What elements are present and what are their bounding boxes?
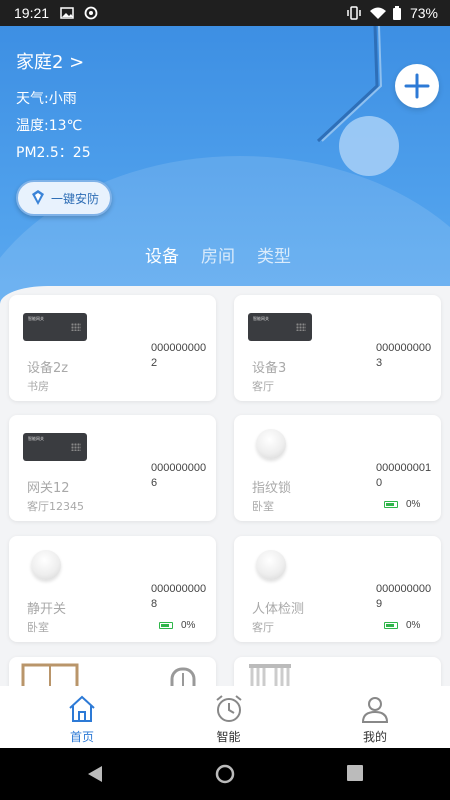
battery-value: 0% — [406, 620, 421, 631]
battery-level-icon — [384, 622, 398, 629]
device-serial: 0000000002 — [151, 342, 207, 369]
tab-types[interactable]: 类型 — [257, 242, 291, 267]
gateway-device-icon: 智能网关 — [23, 433, 87, 461]
device-card[interactable]: 0000000010 指纹锁 卧室 0% — [234, 415, 441, 521]
device-serial: 0000000010 — [376, 462, 432, 489]
gateway-device-icon: 智能网关 — [23, 313, 87, 341]
device-card[interactable]: 0000000008 静开关 卧室 0% — [9, 536, 216, 642]
view-tabs: 设备 房间 类型 — [145, 242, 291, 267]
add-button[interactable] — [395, 64, 439, 108]
device-serial: 0000000008 — [151, 583, 207, 610]
plus-icon — [404, 73, 430, 99]
device-name: 人体检测 — [252, 602, 305, 617]
image-icon — [60, 7, 74, 19]
back-icon[interactable] — [86, 764, 104, 784]
nav-item-home[interactable]: 首页 — [47, 686, 117, 748]
pm25-text: PM2.5：25 — [16, 145, 91, 161]
device-name: 网关12 — [27, 481, 70, 496]
round-sensor-device-icon — [31, 550, 61, 580]
home-selector[interactable]: 家庭2 > — [16, 48, 84, 74]
device-serial: 0000000006 — [151, 462, 207, 489]
device-room: 客厅 — [252, 621, 274, 634]
device-card[interactable]: 智能网关 0000000003 设备3 客厅 — [234, 295, 441, 401]
device-card[interactable]: 0000000009 人体检测 客厅 0% — [234, 536, 441, 642]
security-button-label: 一键安防 — [50, 191, 99, 206]
nav-label-mine: 我的 — [362, 730, 387, 744]
alarm-clock-icon — [215, 695, 242, 722]
tab-devices[interactable]: 设备 — [145, 242, 179, 267]
device-room: 书房 — [27, 380, 49, 393]
device-room: 卧室 — [252, 500, 274, 513]
battery-value: 0% — [181, 620, 196, 631]
vibrate-icon — [347, 6, 361, 20]
round-sensor-device-icon — [256, 550, 286, 580]
battery-status: 0% — [384, 620, 420, 631]
device-serial: 0000000003 — [376, 342, 432, 369]
device-room: 卧室 — [27, 621, 49, 634]
home-name: 家庭2 > — [16, 52, 85, 73]
battery-icon — [393, 6, 401, 20]
temperature-text: 温度:13℃ — [16, 118, 83, 134]
bottom-navigation: 首页 智能 我的 — [0, 686, 450, 748]
device-card[interactable]: 智能网关 0000000002 设备2z 书房 — [9, 295, 216, 401]
system-navigation-bar — [0, 748, 450, 800]
status-time: 19:21 — [14, 5, 50, 21]
home-icon — [69, 695, 95, 722]
shield-diamond-icon — [31, 190, 44, 205]
device-name: 静开关 — [27, 602, 67, 617]
device-name: 指纹锁 — [252, 481, 292, 496]
decorative-lamp-icon — [316, 26, 383, 143]
device-name: 设备3 — [252, 361, 287, 376]
battery-status: 0% — [384, 499, 420, 510]
tab-rooms[interactable]: 房间 — [201, 242, 235, 267]
device-card[interactable]: 智能网关 0000000006 网关12 客厅12345 — [9, 415, 216, 521]
battery-percent: 73% — [409, 5, 438, 21]
battery-level-icon — [159, 622, 173, 629]
wifi-icon — [370, 7, 386, 19]
nav-label-home: 首页 — [69, 730, 94, 744]
gateway-device-icon: 智能网关 — [248, 313, 312, 341]
user-icon — [361, 697, 389, 723]
device-room: 客厅 — [252, 380, 274, 393]
device-room: 客厅12345 — [27, 500, 84, 513]
battery-level-icon — [384, 501, 398, 508]
nav-item-mine[interactable]: 我的 — [340, 686, 410, 748]
nav-item-smart[interactable]: 智能 — [194, 686, 264, 748]
round-sensor-device-icon — [256, 429, 286, 459]
battery-status: 0% — [159, 620, 195, 631]
recents-icon[interactable] — [346, 764, 364, 782]
device-serial: 0000000009 — [376, 583, 432, 610]
sync-icon — [84, 6, 98, 20]
device-name: 设备2z — [27, 361, 69, 376]
status-bar: 19:21 73% — [0, 0, 450, 26]
battery-value: 0% — [406, 499, 421, 510]
weather-text: 天气:小雨 — [16, 91, 77, 107]
one-key-security-button[interactable]: 一键安防 — [16, 180, 112, 216]
nav-label-smart: 智能 — [216, 730, 241, 744]
home-button-icon[interactable] — [215, 764, 235, 784]
